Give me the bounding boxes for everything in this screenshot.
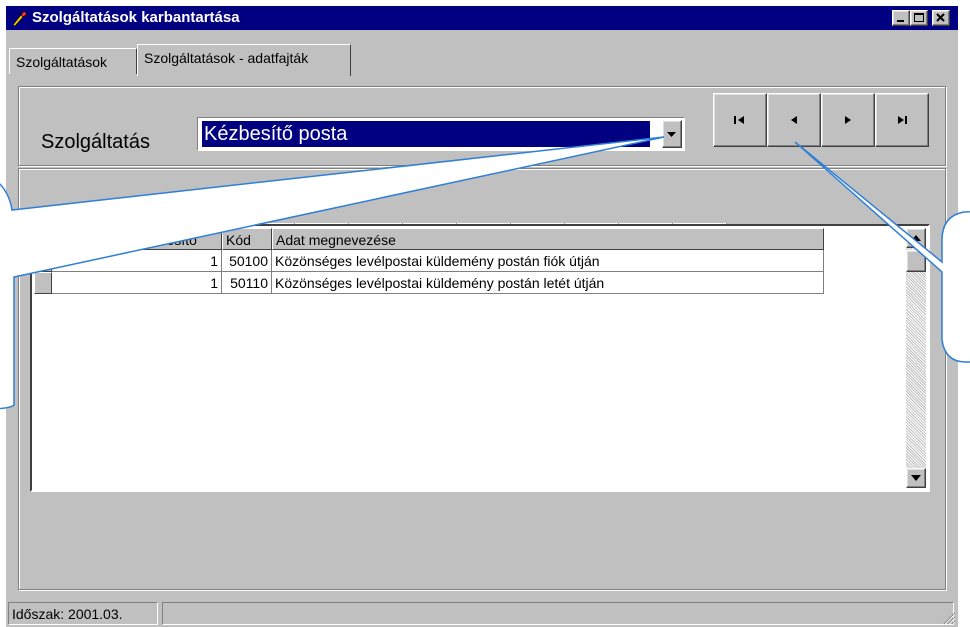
service-label: Szolgáltatás bbox=[41, 131, 150, 153]
maximize-button[interactable] bbox=[910, 10, 928, 26]
table-cell[interactable]: 1 bbox=[52, 272, 222, 294]
minimize-icon bbox=[897, 20, 904, 22]
last-icon bbox=[898, 116, 907, 124]
resize-grip-icon[interactable] bbox=[942, 611, 956, 625]
first-icon bbox=[734, 116, 744, 124]
data-types-grid[interactable]: Szolgáltatás azonosító Kód Adat megnevez… bbox=[30, 224, 930, 492]
table-cell[interactable]: 50100 bbox=[222, 250, 272, 272]
maximize-icon bbox=[914, 13, 924, 22]
scroll-thumb[interactable] bbox=[906, 250, 926, 272]
table-cell[interactable]: 1 bbox=[52, 250, 222, 272]
column-header-name[interactable]: Adat megnevezése bbox=[272, 228, 824, 250]
status-bar: Időszak: 2001.03. bbox=[6, 600, 958, 627]
chevron-down-icon bbox=[911, 475, 921, 481]
tab-services[interactable]: Szolgáltatások bbox=[9, 48, 137, 74]
record-next-button[interactable] bbox=[821, 93, 875, 147]
status-panel bbox=[162, 602, 954, 625]
table-cell[interactable]: 50110 bbox=[222, 272, 272, 294]
current-row-icon bbox=[40, 256, 46, 267]
close-icon bbox=[936, 13, 945, 22]
grid-indicator-header bbox=[34, 228, 52, 250]
title-bar[interactable]: Szolgáltatások karbantartása bbox=[6, 6, 958, 30]
scroll-up-button[interactable] bbox=[906, 228, 926, 248]
chevron-up-icon bbox=[911, 235, 921, 241]
row-indicator-current[interactable] bbox=[34, 250, 52, 272]
window-title: Szolgáltatások karbantartása bbox=[32, 9, 240, 26]
app-icon bbox=[12, 10, 28, 27]
service-combobox[interactable]: Kézbesítő posta bbox=[197, 117, 685, 151]
prior-icon bbox=[791, 116, 797, 124]
grid-body: Szolgáltatás azonosító Kód Adat megnevez… bbox=[32, 226, 928, 490]
row-indicator[interactable] bbox=[34, 272, 52, 294]
column-header-code[interactable]: Kód bbox=[222, 228, 272, 250]
service-selector-group: Szolgáltatás Kézbesítő posta bbox=[18, 86, 946, 166]
close-button[interactable] bbox=[932, 10, 950, 26]
tab-strip: Szolgáltatások Szolgáltatások - adatfajt… bbox=[6, 32, 958, 76]
next-icon bbox=[845, 116, 851, 124]
tab-services-data-types[interactable]: Szolgáltatások - adatfajták bbox=[137, 44, 351, 76]
service-dropdown-button[interactable] bbox=[662, 120, 682, 148]
record-prior-button[interactable] bbox=[767, 93, 821, 147]
table-cell[interactable]: Közönséges levélpostai küldemény postán … bbox=[272, 272, 824, 294]
column-header-service-id[interactable]: Szolgáltatás azonosító bbox=[52, 228, 222, 250]
minimize-button[interactable] bbox=[892, 10, 910, 26]
chevron-down-icon bbox=[667, 132, 676, 137]
scroll-down-button[interactable] bbox=[906, 468, 926, 488]
record-first-button[interactable] bbox=[713, 93, 767, 147]
service-combobox-value[interactable]: Kézbesítő posta bbox=[201, 120, 651, 148]
main-window: Szolgáltatások karbantartása Szolgáltatá… bbox=[6, 6, 958, 627]
status-period: Időszak: 2001.03. bbox=[8, 602, 158, 625]
table-cell[interactable]: Közönséges levélpostai küldemény postán … bbox=[272, 250, 824, 272]
vertical-scrollbar[interactable] bbox=[906, 228, 926, 488]
record-last-button[interactable] bbox=[875, 93, 929, 147]
